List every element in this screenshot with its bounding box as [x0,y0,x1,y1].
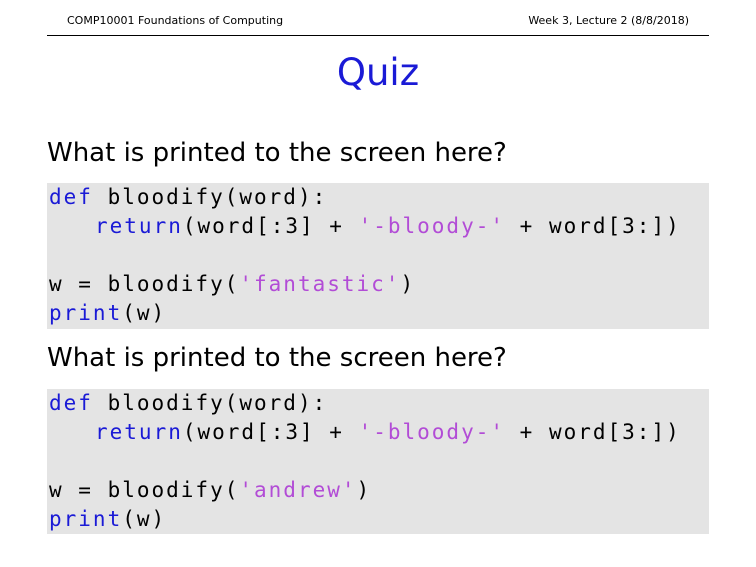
code-line-print: print(w) [49,299,166,328]
code-text: w = bloodify( [49,272,240,296]
code-line-def: def bloodify(word): [49,183,327,212]
code-text: (w) [122,507,167,531]
code-text: ) [400,272,416,296]
code-line-def: def bloodify(word): [49,389,327,418]
code-text: bloodify(word): [92,391,328,415]
code-line-call: w = bloodify('andrew') [49,476,371,505]
lecture-info: Week 3, Lecture 2 (8/8/2018) [528,14,689,27]
string-literal: '-bloody-' [358,420,506,444]
keyword-def: def [49,185,93,209]
slide-header: COMP10001 Foundations of Computing Week … [47,11,709,31]
code-block-1: def bloodify(word): return(word[:3] + '-… [47,183,709,329]
slide-title: Quiz [336,51,420,94]
keyword-print: print [49,301,123,325]
code-block-2: def bloodify(word): return(word[:3] + '-… [47,389,709,534]
code-text: (w) [122,301,167,325]
header-divider [47,35,709,36]
keyword-return: return [95,214,183,238]
code-line-return: return(word[:3] + '-bloody-' + word[3:]) [95,418,681,447]
keyword-print: print [49,507,123,531]
code-line-call: w = bloodify('fantastic') [49,270,415,299]
string-literal: 'fantastic' [239,272,401,296]
keyword-def: def [49,391,93,415]
question-prompt-2: What is printed to the screen here? [47,343,507,373]
code-line-return: return(word[:3] + '-bloody-' + word[3:]) [95,212,681,241]
string-literal: '-bloody-' [358,214,506,238]
code-line-print: print(w) [49,505,166,534]
code-text: ) [356,478,372,502]
course-name: COMP10001 Foundations of Computing [67,14,284,27]
code-text: + word[3:]) [505,214,681,238]
string-literal: 'andrew' [239,478,357,502]
code-text: + word[3:]) [505,420,681,444]
question-prompt-1: What is printed to the screen here? [47,138,507,168]
code-text: w = bloodify( [49,478,240,502]
code-text: (word[:3] + [182,420,359,444]
keyword-return: return [95,420,183,444]
code-text: (word[:3] + [182,214,359,238]
code-text: bloodify(word): [92,185,328,209]
